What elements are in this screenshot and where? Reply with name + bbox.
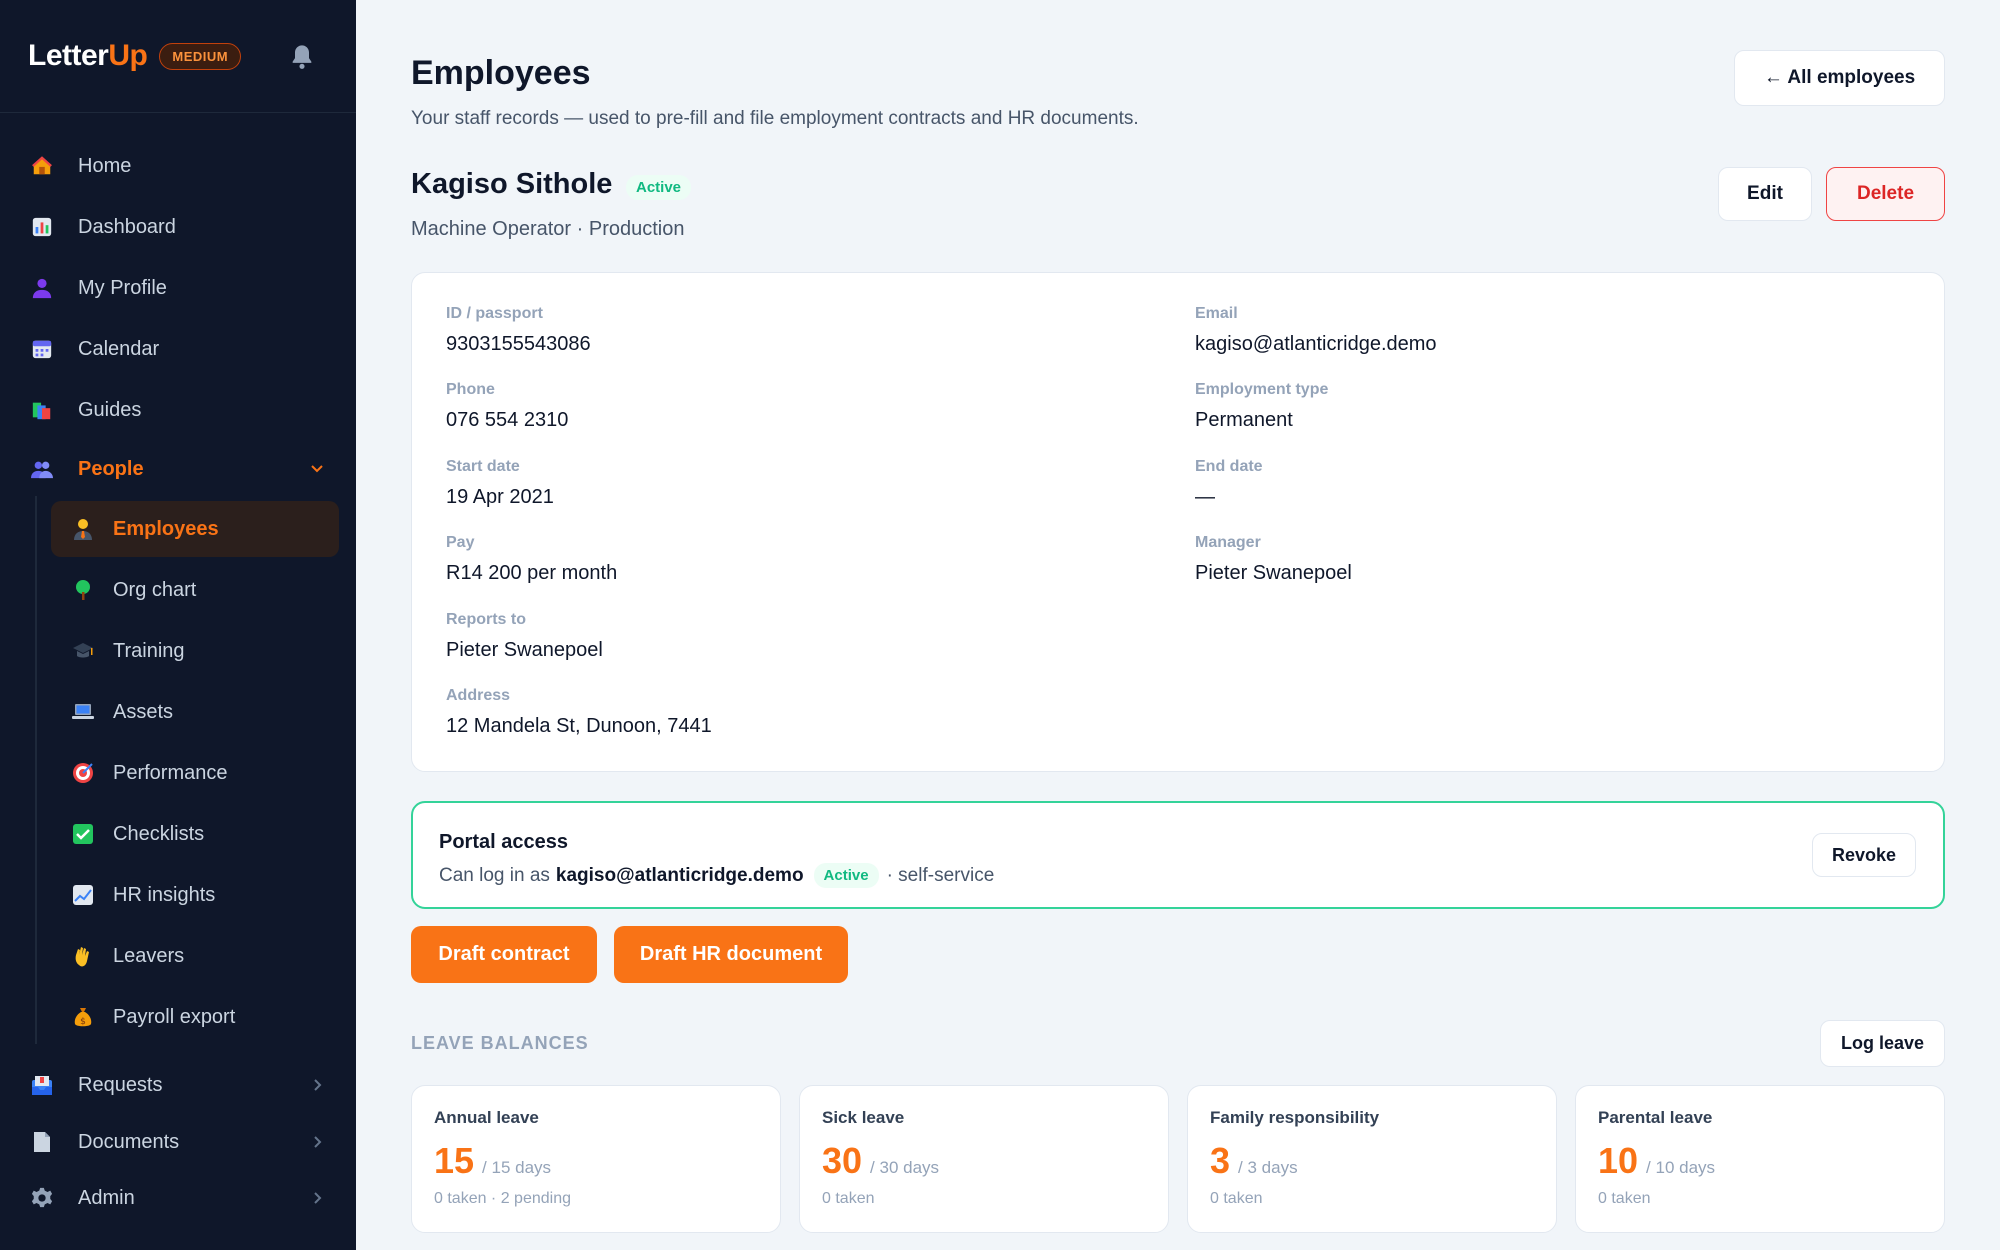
sidebar-item-dashboard[interactable]: Dashboard (30, 202, 176, 252)
sidebar-item-performance[interactable]: Performance (51, 745, 339, 801)
sidebar-item-calendar[interactable]: Calendar (30, 324, 159, 374)
sidebar-item-admin[interactable]: Admin (30, 1173, 135, 1223)
employee-role: Machine Operator · Production (411, 218, 685, 240)
sidebar-item-home[interactable]: Home (30, 141, 131, 191)
log-leave-button[interactable]: Log leave (1820, 1020, 1945, 1067)
sidebar-item-people[interactable]: People (30, 444, 144, 494)
draft-hr-document-button[interactable]: Draft HR document (614, 926, 848, 983)
checkbox-icon (71, 822, 95, 846)
sidebar-item-employees[interactable]: Employees (51, 501, 339, 557)
field-manager: Manager Pieter Swanepoel (1195, 534, 1352, 584)
edit-button[interactable]: Edit (1718, 167, 1812, 221)
portal-info: Can log in as kagiso@atlanticridge.demo … (439, 863, 994, 888)
gear-icon (30, 1186, 54, 1210)
sidebar-item-my-profile[interactable]: My Profile (30, 263, 167, 313)
bell-icon[interactable] (288, 42, 316, 72)
sidebar-item-checklists[interactable]: Checklists (51, 806, 339, 862)
portal-status-badge: Active (813, 863, 879, 888)
svg-text:$: $ (80, 1017, 86, 1027)
sidebar-item-payroll-export[interactable]: $ Payroll export (51, 989, 339, 1045)
home-icon (30, 154, 54, 178)
chart-icon (71, 883, 95, 907)
all-employees-button[interactable]: ← All employees (1734, 50, 1945, 106)
document-icon (30, 1130, 54, 1154)
logo[interactable]: LetterUp (28, 39, 148, 73)
field-start-date: Start date 19 Apr 2021 (446, 458, 554, 508)
sidebar-item-documents[interactable]: Documents (30, 1117, 179, 1167)
sidebar-item-assets[interactable]: Assets (51, 684, 339, 740)
field-reports-to: Reports to Pieter Swanepoel (446, 611, 603, 661)
employee-details-card: ID / passport 9303155543086 Email kagiso… (411, 272, 1945, 772)
sidebar-item-requests[interactable]: Requests (30, 1060, 163, 1110)
employee-name: Kagiso Sithole (411, 168, 613, 200)
profile-icon (30, 276, 54, 300)
portal-email: kagiso@atlanticridge.demo (555, 864, 804, 886)
sidebar-item-org-chart[interactable]: Org chart (51, 562, 339, 618)
people-icon (30, 457, 54, 481)
page-title: Employees (411, 54, 591, 92)
draft-contract-button[interactable]: Draft contract (411, 926, 597, 983)
status-badge: Active (626, 175, 692, 200)
leave-remaining: 10 (1598, 1140, 1639, 1181)
wave-icon (71, 944, 95, 968)
field-address: Address 12 Mandela St, Dunoon, 7441 (446, 687, 712, 737)
portal-title: Portal access (439, 831, 568, 853)
laptop-icon (71, 700, 95, 724)
main-content: Employees Your staff records — used to p… (356, 0, 2000, 1250)
money-bag-icon: $ (71, 1005, 95, 1029)
inbox-icon (30, 1073, 54, 1097)
sidebar-item-hr-insights[interactable]: HR insights (51, 867, 339, 923)
portal-access-card: Portal access Can log in as kagiso@atlan… (411, 801, 1945, 909)
field-pay: Pay R14 200 per month (446, 534, 618, 584)
revoke-button[interactable]: Revoke (1812, 833, 1916, 877)
field-id: ID / passport 9303155543086 (446, 305, 591, 355)
employee-icon (71, 517, 95, 541)
leave-card-annual[interactable]: Annual leave 15/ 15 days 0 taken · 2 pen… (411, 1085, 781, 1233)
field-phone: Phone 076 554 2310 (446, 381, 569, 431)
guides-icon (30, 398, 54, 422)
sidebar-item-training[interactable]: Training (51, 623, 339, 679)
field-employment-type: Employment type Permanent (1195, 381, 1329, 431)
leave-card-parental[interactable]: Parental leave 10/ 10 days 0 taken (1575, 1085, 1945, 1233)
chevron-right-icon[interactable] (310, 1135, 324, 1149)
sidebar-item-leavers[interactable]: Leavers (51, 928, 339, 984)
chevron-right-icon[interactable] (310, 1191, 324, 1205)
leave-balances-heading: LEAVE BALANCES (411, 1033, 589, 1053)
dashboard-icon (30, 215, 54, 239)
calendar-icon (30, 337, 54, 361)
sidebar: LetterUp MEDIUM Home Dashboard My Profil… (0, 0, 356, 1250)
leave-remaining: 30 (822, 1140, 863, 1181)
chevron-down-icon[interactable] (310, 462, 324, 476)
plan-badge: MEDIUM (159, 42, 242, 70)
field-end-date: End date — (1195, 458, 1263, 508)
sidebar-item-guides[interactable]: Guides (30, 385, 141, 435)
field-email: Email kagiso@atlanticridge.demo (1195, 305, 1437, 355)
leave-card-sick[interactable]: Sick leave 30/ 30 days 0 taken (799, 1085, 1169, 1233)
chevron-right-icon[interactable] (310, 1078, 324, 1092)
leave-remaining: 15 (434, 1140, 475, 1181)
submenu-line (35, 496, 37, 1044)
graduation-icon (71, 639, 95, 663)
delete-button[interactable]: Delete (1826, 167, 1945, 221)
tree-icon (71, 578, 95, 602)
page-subtitle: Your staff records — used to pre-fill an… (411, 108, 1139, 129)
brand-header: LetterUp MEDIUM (0, 0, 356, 113)
leave-remaining: 3 (1210, 1140, 1231, 1181)
leave-card-family[interactable]: Family responsibility 3/ 3 days 0 taken (1187, 1085, 1557, 1233)
target-icon (71, 761, 95, 785)
